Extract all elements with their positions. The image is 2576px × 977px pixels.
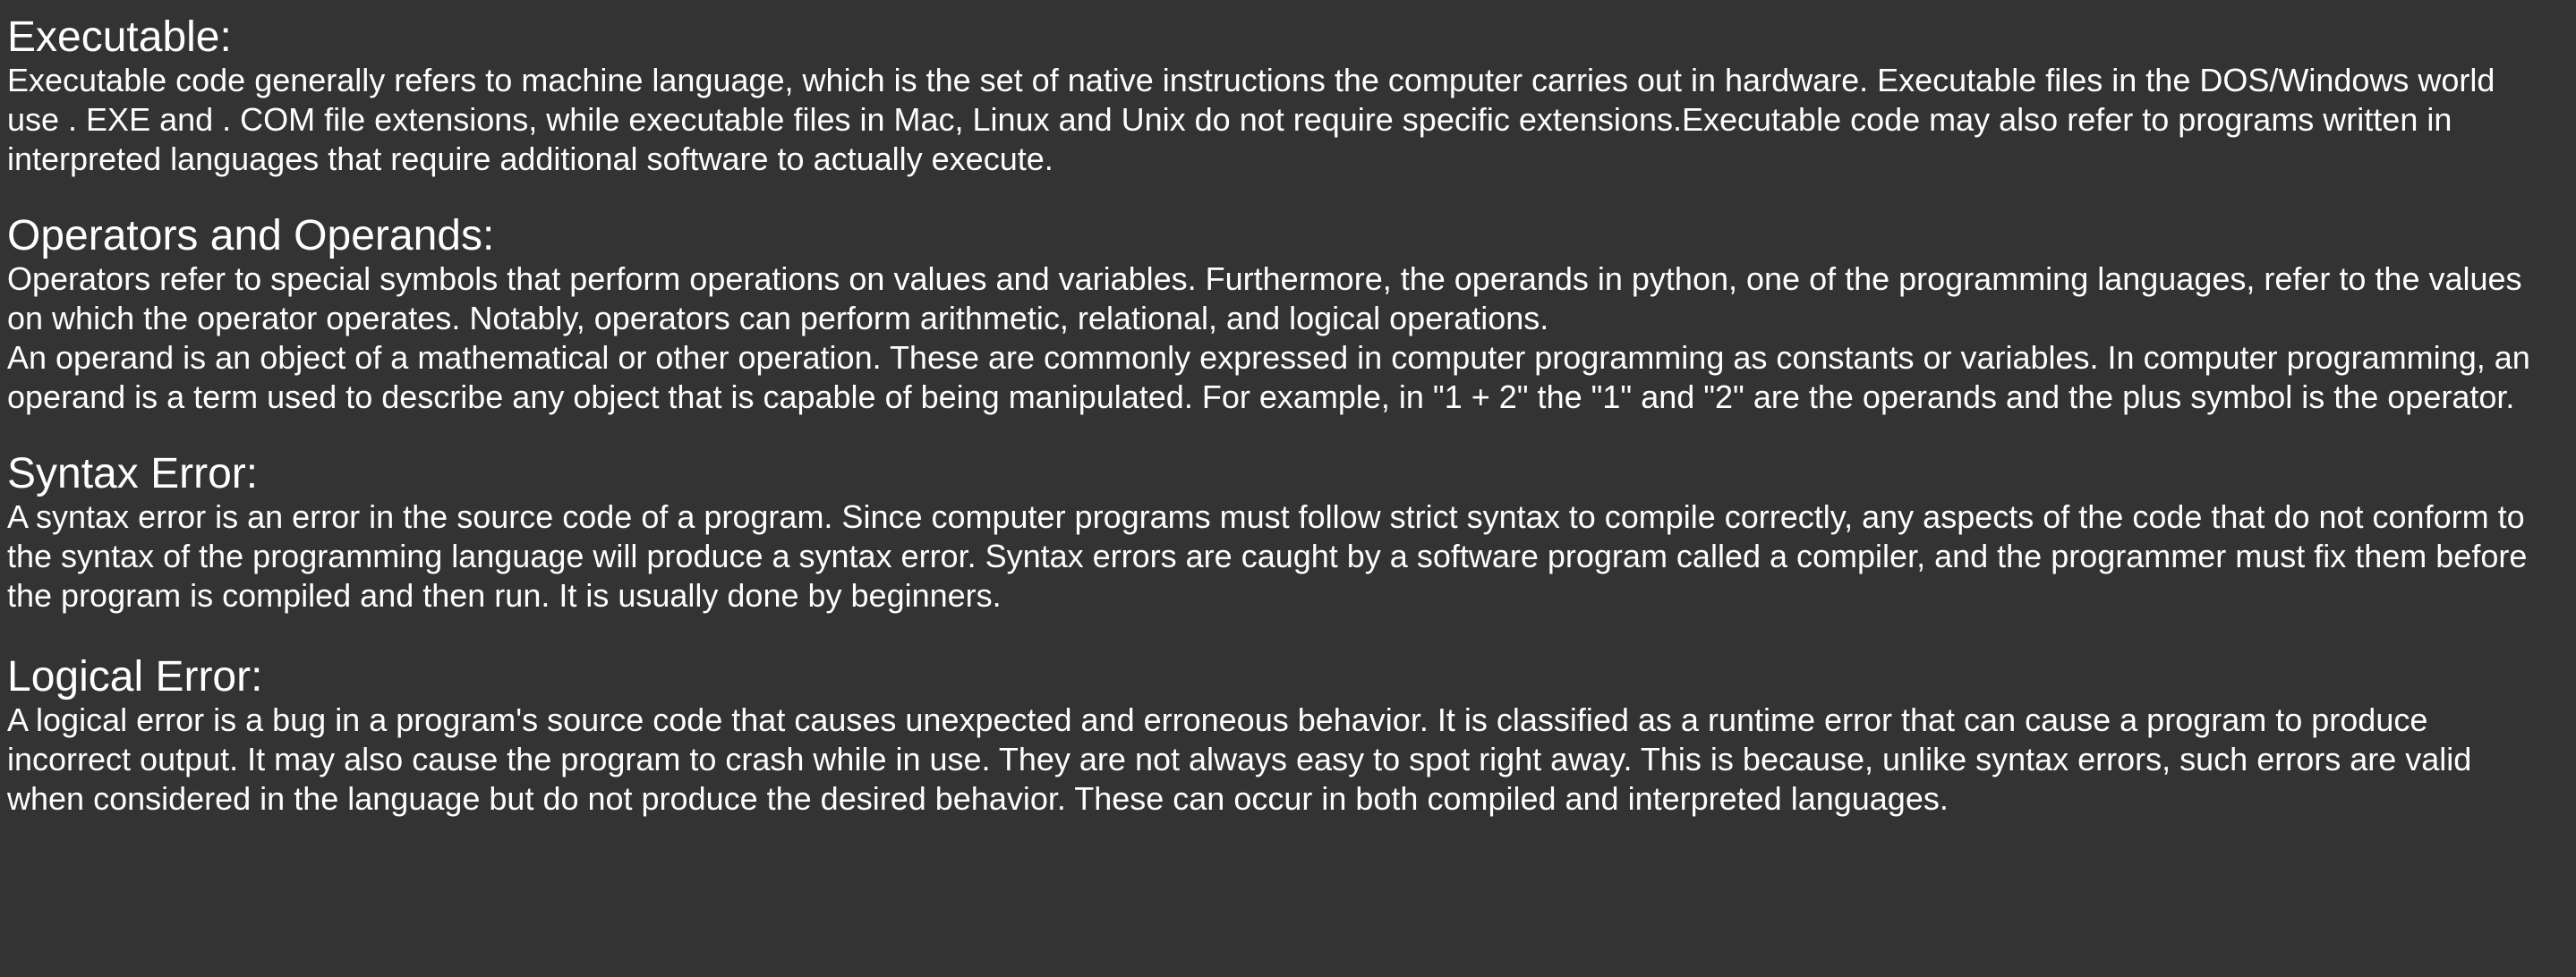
section-paragraph: A logical error is a bug in a program's … [7,701,2472,817]
section-heading: Syntax Error: [7,450,259,497]
section-paragraph: Executable code generally refers to mach… [7,62,2495,177]
section-syntax-error: Syntax Error: A syntax error is an error… [7,451,2554,616]
section-paragraph: A syntax error is an error in the source… [7,498,2528,614]
section-paragraph: An operand is an object of a mathematica… [7,339,2530,415]
section-paragraph: Operators refer to special symbols that … [7,260,2522,336]
section-heading: Logical Error: [7,653,263,701]
section-logical-error: Logical Error: A logical error is a bug … [7,654,2554,819]
section-operators-and-operands: Operators and Operands: Operators refer … [7,213,2554,417]
section-heading: Operators and Operands: [7,212,495,259]
section-heading: Executable: [7,13,232,61]
document-page: Executable: Executable code generally re… [0,0,2576,977]
section-executable: Executable: Executable code generally re… [7,14,2554,179]
